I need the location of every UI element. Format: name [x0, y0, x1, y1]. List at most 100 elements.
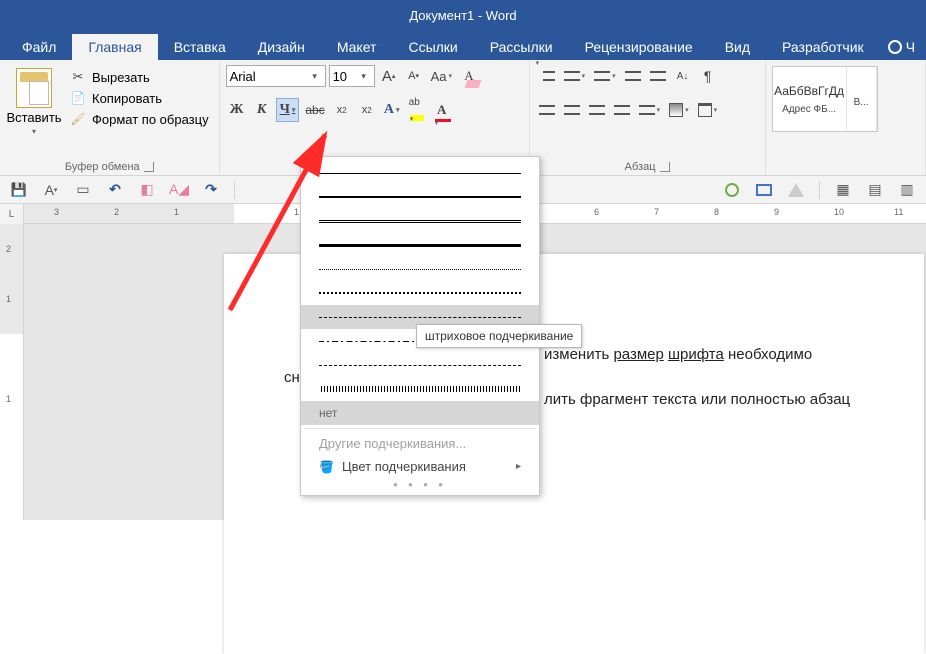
underline-more[interactable]: Другие подчеркивания...	[301, 432, 539, 455]
ruler-num: 10	[834, 207, 844, 217]
strikethrough-button[interactable]: abc	[302, 98, 327, 122]
font-name-combo[interactable]: Arial ▾	[226, 65, 326, 87]
underline-style-dash-dot-dot[interactable]	[301, 353, 539, 377]
underline-style-dotted[interactable]	[301, 257, 539, 281]
font-name-value: Arial	[230, 69, 256, 84]
copy-label: Копировать	[92, 91, 162, 106]
bold-button[interactable]: Ж	[226, 98, 248, 122]
format-painter-button[interactable]: Формат по образцу	[66, 110, 213, 128]
tab-layout[interactable]: Макет	[321, 34, 393, 60]
paste-label: Вставить	[6, 110, 61, 125]
change-case-button[interactable]: Aa	[428, 64, 455, 88]
ruler-num: 2	[114, 207, 119, 217]
scissors-icon	[70, 69, 86, 85]
tab-mailings[interactable]: Рассылки	[474, 34, 569, 60]
underline-style-single[interactable]	[301, 161, 539, 185]
underline-style-double[interactable]	[301, 209, 539, 233]
tab-review[interactable]: Рецензирование	[569, 34, 709, 60]
align-right-button[interactable]	[586, 98, 608, 122]
qat-shape-circle[interactable]	[723, 181, 741, 199]
clipboard-dialog-launcher[interactable]	[144, 162, 154, 172]
tab-file[interactable]: Файл	[6, 34, 72, 60]
qat-redo[interactable]	[202, 181, 220, 199]
paragraph-group-label: Абзац	[625, 161, 656, 173]
qat-save[interactable]	[10, 181, 28, 199]
justify-button[interactable]	[611, 98, 633, 122]
ribbon-tabs: Файл Главная Вставка Дизайн Макет Ссылки…	[0, 30, 926, 60]
tab-selector[interactable]: L	[0, 204, 24, 224]
qat-eraser[interactable]	[138, 181, 156, 199]
ruler-num: 8	[714, 207, 719, 217]
tell-me[interactable]: Ч	[880, 34, 923, 60]
font-color-button[interactable]	[431, 98, 453, 122]
shading-button[interactable]	[666, 98, 692, 122]
clear-formatting-button[interactable]	[458, 64, 480, 88]
multilevel-list-button[interactable]	[591, 64, 619, 88]
ruler-num: 1	[174, 207, 179, 217]
line-spacing-button[interactable]	[636, 98, 664, 122]
bucket-icon	[319, 459, 334, 474]
tab-view[interactable]: Вид	[709, 34, 766, 60]
underline-style-dotted-heavy[interactable]	[301, 281, 539, 305]
vruler-num: 1	[6, 394, 11, 404]
align-center-button[interactable]	[561, 98, 583, 122]
show-marks-button[interactable]	[697, 64, 719, 88]
clipboard-group-label: Буфер обмена	[65, 161, 140, 173]
copy-button[interactable]: Копировать	[66, 89, 213, 107]
shrink-font-button[interactable]: A	[403, 64, 425, 88]
bullets-button[interactable]	[536, 64, 558, 88]
paragraph-dialog-launcher[interactable]	[660, 162, 670, 172]
styles-gallery[interactable]: АаБбВвГгДд Адрес ФБ... В...	[772, 66, 878, 132]
align-left-button[interactable]	[536, 98, 558, 122]
tab-references[interactable]: Ссылки	[392, 34, 473, 60]
italic-button[interactable]: К	[251, 98, 273, 122]
qat-misc-1[interactable]: ▦	[834, 181, 852, 199]
qat-shape-rect[interactable]	[755, 181, 773, 199]
qat-misc-2[interactable]: ▤	[866, 181, 884, 199]
text-effects-button[interactable]: A	[381, 98, 403, 122]
font-size-value: 10	[333, 69, 347, 84]
qat-shape-tri[interactable]	[787, 181, 805, 199]
ruler-num: 3	[54, 207, 59, 217]
highlight-button[interactable]	[406, 98, 428, 122]
qat-undo[interactable]	[106, 181, 124, 199]
qat-misc-3[interactable]: ▥	[898, 181, 916, 199]
dropdown-separator	[305, 428, 535, 429]
ruler-num: 1	[294, 207, 299, 217]
decrease-indent-button[interactable]	[622, 64, 644, 88]
borders-button[interactable]	[695, 98, 721, 122]
qat-eraser2[interactable]: A◢	[170, 181, 188, 199]
qat-styles[interactable]: A▾	[42, 181, 60, 199]
tab-developer[interactable]: Разработчик	[766, 34, 880, 60]
underline-style-heavy[interactable]	[301, 233, 539, 257]
increase-indent-button[interactable]	[647, 64, 669, 88]
vertical-ruler[interactable]: 2 1 1	[0, 224, 24, 520]
superscript-button[interactable]: x2	[356, 98, 378, 122]
underline-style-wave[interactable]	[301, 377, 539, 401]
window-title: Документ1 - Word	[409, 8, 516, 23]
style-item-2[interactable]: В...	[847, 67, 877, 131]
ruler-num: 7	[654, 207, 659, 217]
tab-home[interactable]: Главная	[72, 34, 157, 60]
cut-button[interactable]: Вырезать	[66, 68, 213, 86]
numbering-button[interactable]	[561, 64, 589, 88]
underline-style-none[interactable]: нет	[301, 401, 539, 425]
subscript-button[interactable]: x2	[331, 98, 353, 122]
qat-separator-2	[819, 181, 820, 199]
grow-font-button[interactable]: A	[378, 64, 400, 88]
underline-style-thick[interactable]	[301, 185, 539, 209]
paste-button[interactable]: Вставить ▾	[6, 64, 62, 159]
brush-icon	[70, 111, 86, 127]
sort-button[interactable]	[672, 64, 694, 88]
tab-design[interactable]: Дизайн	[242, 34, 321, 60]
tab-insert[interactable]: Вставка	[158, 34, 242, 60]
underline-button[interactable]: Ч	[276, 98, 300, 122]
style-item-1[interactable]: АаБбВвГгДд Адрес ФБ...	[773, 67, 847, 131]
vruler-num: 2	[6, 244, 11, 254]
tooltip: штриховое подчеркивание	[416, 324, 582, 348]
dropdown-grip[interactable]: ● ● ● ●	[301, 478, 539, 491]
group-paragraph: Абзац	[530, 60, 766, 175]
underline-color[interactable]: Цвет подчеркивания ▸	[301, 455, 539, 478]
font-size-combo[interactable]: 10 ▾	[329, 65, 375, 87]
qat-new[interactable]: ▭	[74, 181, 92, 199]
